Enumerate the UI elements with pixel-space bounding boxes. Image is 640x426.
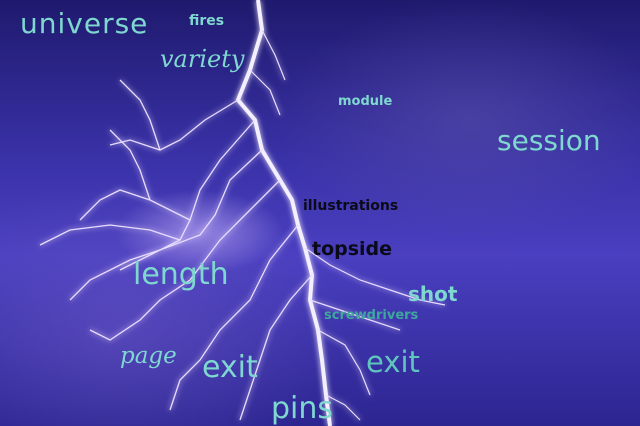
- word-variety: variety: [160, 45, 245, 73]
- word-shot: shot: [408, 282, 458, 306]
- storm-sky-background: universe fires variety module session il…: [0, 0, 640, 426]
- word-exit-right: exit: [366, 345, 420, 379]
- word-session: session: [497, 124, 601, 157]
- word-module: module: [338, 94, 393, 109]
- word-exit-left: exit: [202, 350, 258, 385]
- word-topside: topside: [312, 238, 393, 260]
- word-page: page: [120, 343, 177, 369]
- word-illustrations: illustrations: [303, 198, 399, 214]
- word-length: length: [133, 257, 229, 292]
- word-universe: universe: [20, 7, 149, 40]
- word-screwdrivers: screwdrivers: [324, 308, 419, 323]
- word-fires: fires: [189, 13, 225, 29]
- word-pins: pins: [271, 391, 334, 426]
